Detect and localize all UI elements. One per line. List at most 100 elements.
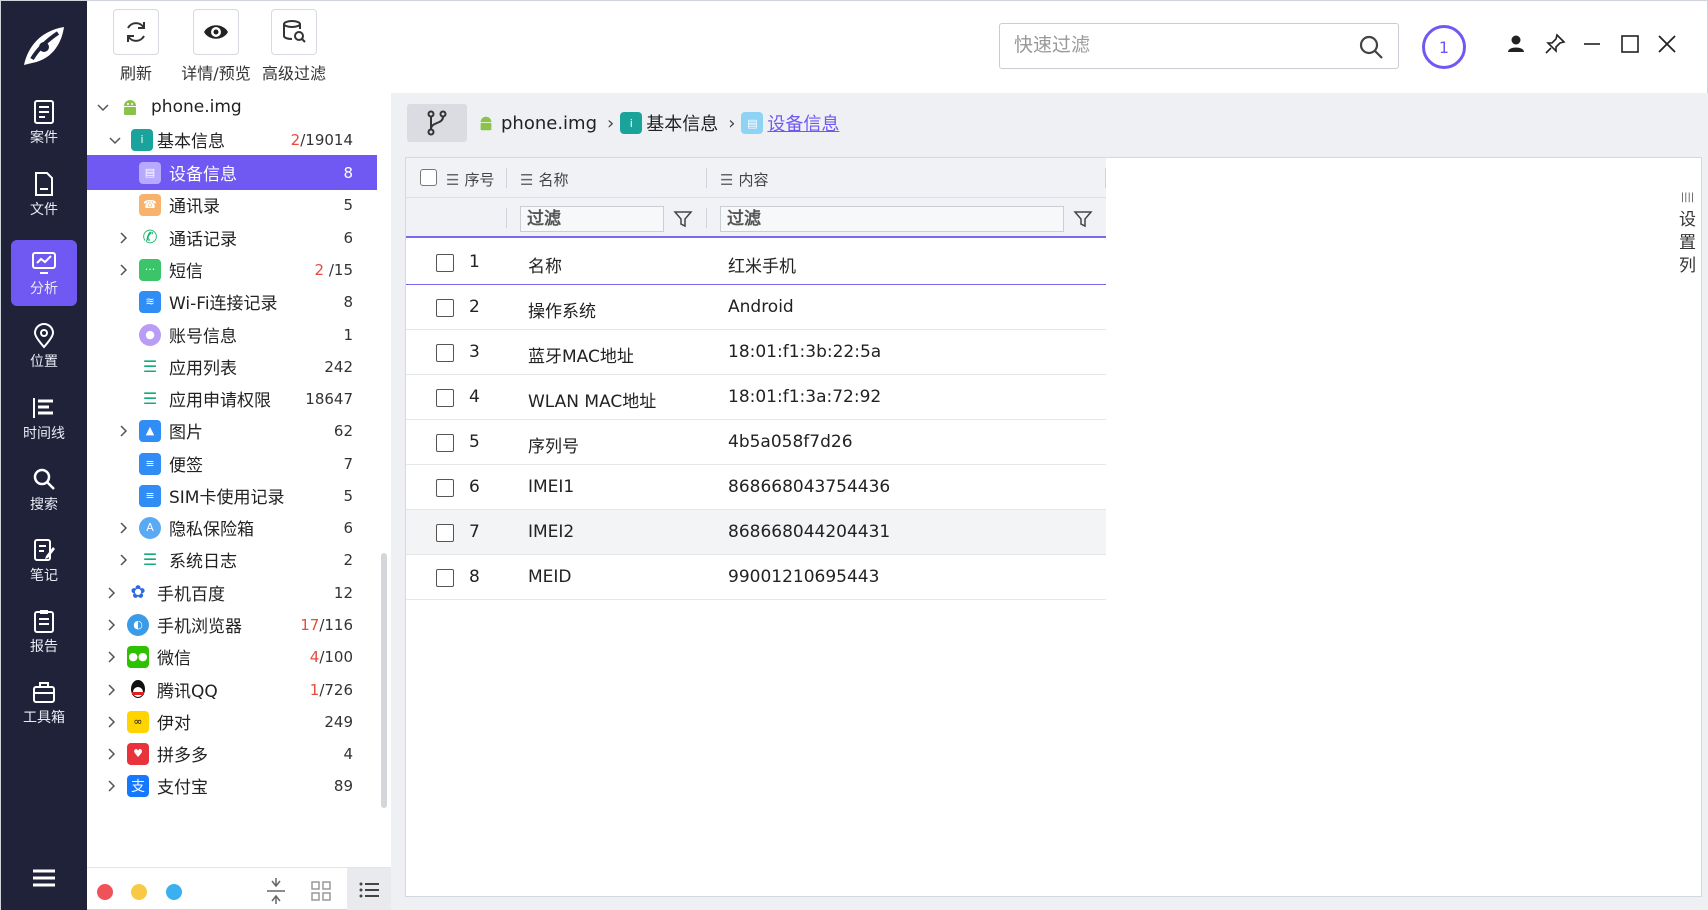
row-checkbox[interactable]	[436, 299, 454, 317]
tree-node-mobile-browser[interactable]: ◐ 手机浏览器 17/116	[87, 607, 377, 642]
table-row[interactable]: 6 IMEI1 868668043754436	[406, 465, 1106, 510]
nav-item-toolbox[interactable]: 工具箱	[11, 669, 77, 735]
filter-icon[interactable]	[673, 209, 693, 229]
chevron-right-icon[interactable]	[105, 650, 117, 663]
tree-node-root[interactable]: phone.img	[87, 89, 377, 124]
table-row[interactable]: 8 MEID 99001210695443	[406, 555, 1106, 600]
chevron-down-icon[interactable]	[109, 134, 121, 146]
minimize-icon[interactable]	[1579, 31, 1605, 57]
red-status-dot[interactable]	[97, 884, 113, 900]
column-header-name[interactable]: ☰ 名称	[520, 169, 568, 190]
column-settings-char: 设	[1679, 210, 1696, 230]
breadcrumb-item-root[interactable]: phone.img	[475, 112, 597, 134]
user-icon[interactable]	[1503, 31, 1529, 57]
chevron-right-icon[interactable]	[117, 263, 129, 276]
table-row[interactable]: 7 IMEI2 868668044204431	[406, 510, 1106, 555]
nav-item-notes[interactable]: 笔记	[11, 527, 77, 593]
tree-node-wechat[interactable]: ●● 微信 4/100	[87, 639, 377, 674]
nav-item-search[interactable]: 搜索	[11, 456, 77, 522]
refresh-button[interactable]: 刷新	[91, 9, 181, 84]
column-header-content[interactable]: ☰ 内容	[720, 169, 768, 190]
row-checkbox[interactable]	[436, 254, 454, 272]
search-icon[interactable]	[1358, 34, 1384, 60]
yellow-status-dot[interactable]	[131, 884, 147, 900]
select-all-checkbox[interactable]	[420, 169, 437, 186]
tree-node-accounts[interactable]: ● 账号信息 1	[87, 317, 377, 352]
row-seq: 3	[469, 342, 480, 362]
tree-node-app-permissions[interactable]: ☰ 应用申请权限 18647	[87, 381, 377, 416]
git-branch-icon	[427, 110, 447, 136]
breadcrumb-item-device-info[interactable]: ▤ 设备信息	[741, 110, 839, 136]
grid-view-icon[interactable]	[311, 881, 331, 901]
chevron-right-icon[interactable]	[105, 747, 117, 760]
nav-item-analysis[interactable]: 分析	[11, 240, 77, 306]
tree-scrollbar[interactable]	[381, 553, 387, 808]
nav-item-timeline[interactable]: 时间线	[11, 385, 77, 451]
chevron-right-icon[interactable]	[117, 231, 129, 244]
breadcrumb: phone.img › i 基本信息 › ▤ 设备信息	[475, 105, 843, 141]
quick-filter-input[interactable]	[1014, 24, 1344, 66]
chevron-right-icon[interactable]	[105, 715, 117, 728]
row-checkbox[interactable]	[436, 524, 454, 542]
tree-node-basic-info[interactable]: i 基本信息 2/19014	[87, 122, 377, 157]
case-icon	[34, 100, 54, 124]
row-checkbox[interactable]	[436, 434, 454, 452]
blue-status-dot[interactable]	[166, 884, 182, 900]
content-filter-input[interactable]: 过滤	[720, 206, 1064, 232]
tree-node-baidu[interactable]: ✿ 手机百度 12	[87, 575, 377, 610]
tree-node-device-info[interactable]: ▤ 设备信息 8	[87, 155, 377, 190]
row-checkbox[interactable]	[436, 569, 454, 587]
tree-node-system-log[interactable]: ☰ 系统日志 2	[87, 542, 377, 577]
list-view-button[interactable]	[347, 868, 391, 910]
branch-button[interactable]	[407, 104, 467, 142]
table-row[interactable]: 1 名称 红米手机	[406, 240, 1106, 285]
tree-node-app-list[interactable]: ☰ 应用列表 242	[87, 349, 377, 384]
nav-item-case[interactable]: 案件	[11, 89, 77, 155]
notification-badge[interactable]: 1	[1422, 25, 1466, 69]
chevron-right-icon[interactable]	[117, 424, 129, 437]
chevron-down-icon[interactable]	[97, 101, 109, 113]
collapse-all-icon[interactable]	[265, 878, 287, 904]
row-checkbox[interactable]	[436, 344, 454, 362]
tree-node-alipay[interactable]: 支 支付宝 89	[87, 768, 377, 803]
column-header-seq[interactable]: ☰ 序号	[446, 169, 494, 190]
close-icon[interactable]	[1654, 31, 1680, 57]
nav-item-location[interactable]: 位置	[11, 313, 77, 379]
chevron-right-icon[interactable]	[117, 553, 129, 566]
tree-node-pinduoduo[interactable]: ♥ 拼多多 4	[87, 736, 377, 771]
chevron-right-icon[interactable]	[117, 521, 129, 534]
filter-icon[interactable]	[1073, 209, 1093, 229]
tree-node-images[interactable]: ▲ 图片 62	[87, 413, 377, 448]
tree-node-call-log[interactable]: ✆ 通话记录 6	[87, 220, 377, 255]
preview-button[interactable]: 详情/预览	[171, 9, 261, 84]
tree-node-sms[interactable]: ··· 短信 2 /15	[87, 252, 377, 287]
tree-node-yidui[interactable]: ∞ 伊对 249	[87, 704, 377, 739]
tree-node-contacts[interactable]: ☎ 通讯录 5	[87, 187, 377, 222]
nav-item-file[interactable]: 文件	[11, 161, 77, 227]
tree-node-qq[interactable]: 腾讯QQ 1/726	[87, 672, 377, 707]
chevron-right-icon[interactable]	[105, 779, 117, 792]
tree-node-sim-usage[interactable]: ≡ SIM卡使用记录 5	[87, 478, 377, 513]
breadcrumb-item-basic-info[interactable]: i 基本信息	[620, 110, 718, 136]
row-checkbox[interactable]	[436, 479, 454, 497]
table-row[interactable]: 2 操作系统 Android	[406, 285, 1106, 330]
table-row[interactable]: 4 WLAN MAC地址 18:01:f1:3a:72:92	[406, 375, 1106, 420]
hamburger-menu-icon[interactable]	[31, 867, 57, 889]
tree-node-memo[interactable]: ≡ 便签 7	[87, 446, 377, 481]
row-checkbox[interactable]	[436, 389, 454, 407]
row-seq: 8	[469, 567, 480, 587]
chevron-right-icon[interactable]	[105, 586, 117, 599]
chevron-right-icon[interactable]	[105, 683, 117, 696]
name-filter-input[interactable]: 过滤	[520, 206, 664, 232]
maximize-icon[interactable]	[1617, 31, 1643, 57]
chevron-right-icon[interactable]	[105, 618, 117, 631]
tree-node-private-vault[interactable]: A 隐私保险箱 6	[87, 510, 377, 545]
column-settings-tab[interactable]: |||| 设 置 列	[1674, 157, 1702, 897]
advanced-filter-button[interactable]: 高级过滤	[249, 9, 339, 84]
tree-node-wifi[interactable]: ≋ Wi-Fi连接记录 8	[87, 284, 377, 319]
table-row[interactable]: 5 序列号 4b5a058f7d26	[406, 420, 1106, 465]
pin-icon[interactable]	[1542, 31, 1568, 57]
table-row[interactable]: 3 蓝牙MAC地址 18:01:f1:3b:22:5a	[406, 330, 1106, 375]
nav-item-report[interactable]: 报告	[11, 598, 77, 664]
search-icon	[33, 468, 55, 490]
